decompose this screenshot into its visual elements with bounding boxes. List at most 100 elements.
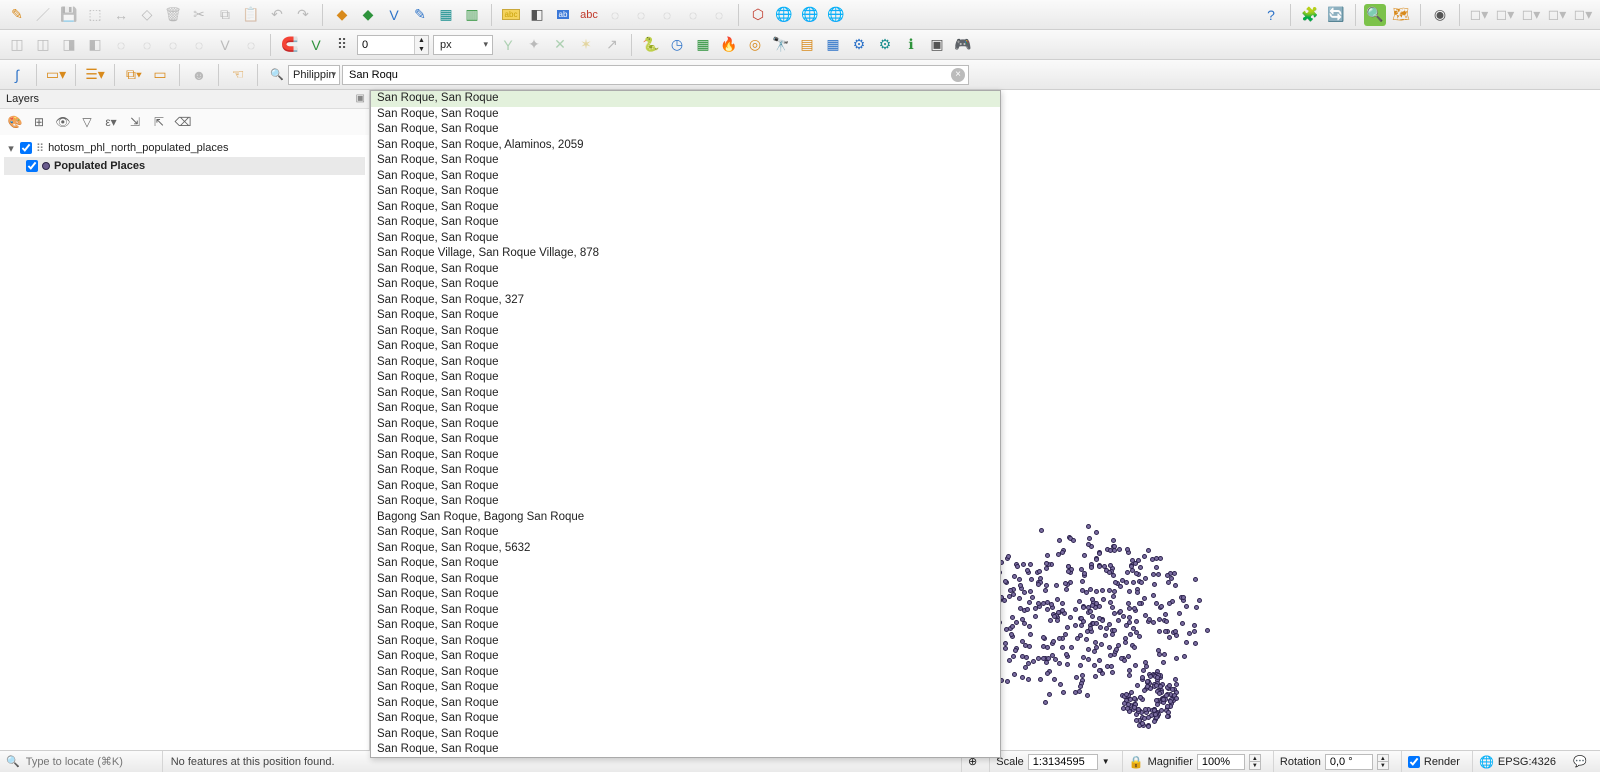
- suggestion-item[interactable]: San Roque, San Roque: [371, 479, 1000, 495]
- move-feature-icon[interactable]: ↔: [110, 4, 132, 26]
- redo-icon[interactable]: ↷: [292, 4, 314, 26]
- lock-icon[interactable]: 🔒: [1129, 755, 1144, 769]
- panel-minimize-icon[interactable]: ▣: [356, 93, 365, 104]
- suggestion-item[interactable]: San Roque, San Roque: [371, 494, 1000, 510]
- suggestion-item[interactable]: San Roque, San Roque: [371, 231, 1000, 247]
- gps-icon[interactable]: ▥: [461, 4, 483, 26]
- save-edits-icon[interactable]: 💾: [58, 4, 80, 26]
- suggestion-item[interactable]: San Roque, San Roque: [371, 153, 1000, 169]
- suggestion-item[interactable]: San Roque, San Roque: [371, 215, 1000, 231]
- magnifier-input[interactable]: [1197, 754, 1245, 770]
- select-copy-icon[interactable]: ⧉▾: [123, 64, 145, 86]
- identify-attr-icon[interactable]: ☜: [227, 64, 249, 86]
- snap-area-icon[interactable]: ↗: [601, 34, 623, 56]
- globe-web-icon[interactable]: 🌐: [799, 4, 821, 26]
- select-dd-icon[interactable]: ▭▾: [45, 64, 67, 86]
- hexagon-icon[interactable]: ⬡: [747, 4, 769, 26]
- undo-icon[interactable]: ↶: [266, 4, 288, 26]
- paste-icon[interactable]: 📋: [240, 4, 262, 26]
- locator-widget[interactable]: 🔍: [0, 751, 163, 772]
- cut-icon[interactable]: ✂: [188, 4, 210, 26]
- snap-unit-dropdown[interactable]: px: [433, 35, 493, 55]
- suggestion-item[interactable]: San Roque, San Roque: [371, 262, 1000, 278]
- diagram-icon[interactable]: ◧: [526, 4, 548, 26]
- snap-all-icon[interactable]: ◫: [32, 34, 54, 56]
- suggestion-item[interactable]: San Roque, San Roque: [371, 634, 1000, 650]
- reload-plugins-icon[interactable]: ◷: [666, 34, 688, 56]
- layer-root-row[interactable]: ▾ ⠿ hotosm_phl_north_populated_places: [4, 139, 365, 157]
- osm-download-icon[interactable]: 🗺: [1390, 4, 1412, 26]
- python-icon[interactable]: 🐍: [640, 34, 662, 56]
- suggestion-item[interactable]: San Roque, San Roque: [371, 665, 1000, 681]
- self-snap-icon[interactable]: ◌: [240, 34, 262, 56]
- suggestion-item[interactable]: San Roque, San Roque: [371, 618, 1000, 634]
- suggestion-item[interactable]: San Roque, San Roque: [371, 200, 1000, 216]
- grid-icon[interactable]: ▦: [822, 34, 844, 56]
- selection-dd-5-icon[interactable]: ◻▾: [1572, 4, 1594, 26]
- layer-root-checkbox[interactable]: [20, 142, 32, 154]
- suggestion-item[interactable]: San Roque, San Roque: [371, 370, 1000, 386]
- suggestion-item[interactable]: San Roque, San Roque, Alaminos, 2059: [371, 138, 1000, 154]
- suggestion-item[interactable]: San Roque, San Roque, 5632: [371, 541, 1000, 557]
- layout-icon[interactable]: ▣: [926, 34, 948, 56]
- topo-editing-icon[interactable]: Y: [497, 34, 519, 56]
- magnifier-up-icon[interactable]: ▲: [1249, 754, 1261, 762]
- snap-tolerance-input[interactable]: [358, 39, 414, 51]
- suggestion-item[interactable]: San Roque, San Roque: [371, 122, 1000, 138]
- curve-icon[interactable]: ∫: [6, 64, 28, 86]
- suggestion-item[interactable]: San Roque, San Roque: [371, 727, 1000, 743]
- grass-icon[interactable]: ▦: [692, 34, 714, 56]
- info-icon[interactable]: ℹ: [900, 34, 922, 56]
- layer-style-icon[interactable]: 🎨: [6, 113, 24, 131]
- label-tool-icon[interactable]: abc: [500, 4, 522, 26]
- suggestion-item[interactable]: San Roque, San Roque: [371, 169, 1000, 185]
- suggestion-item[interactable]: San Roque, San Roque: [371, 324, 1000, 340]
- tree-collapse-icon[interactable]: ▾: [6, 142, 16, 155]
- render-checkbox[interactable]: [1408, 756, 1420, 768]
- toolbox-icon[interactable]: ⚙: [874, 34, 896, 56]
- fire-icon[interactable]: 🔥: [718, 34, 740, 56]
- scale-input[interactable]: [1028, 754, 1098, 770]
- topo-edit-icon[interactable]: ◌: [162, 34, 184, 56]
- nodes-icon[interactable]: ⚙: [848, 34, 870, 56]
- label-show-icon[interactable]: ◌: [604, 4, 626, 26]
- suggestion-item[interactable]: San Roque, San Roque: [371, 432, 1000, 448]
- suggestion-item[interactable]: San Roque, San Roque: [371, 277, 1000, 293]
- magnet-icon[interactable]: 🧲: [279, 34, 301, 56]
- select-list-icon[interactable]: ☰▾: [84, 64, 106, 86]
- new-memory-icon[interactable]: ✎: [409, 4, 431, 26]
- snap-layer-icon[interactable]: ◫: [6, 34, 28, 56]
- suggestion-item[interactable]: San Roque, San Roque: [371, 603, 1000, 619]
- crs-widget[interactable]: 🌐 EPSG:4326: [1472, 751, 1562, 772]
- scale-dropdown-icon[interactable]: ▼: [1102, 757, 1110, 766]
- suggestion-item[interactable]: San Roque, San Roque: [371, 711, 1000, 727]
- selection-dd-4-icon[interactable]: ◻▾: [1546, 4, 1568, 26]
- snap-toggle-icon[interactable]: ◧: [84, 34, 106, 56]
- measure-icon[interactable]: ▤: [796, 34, 818, 56]
- spinner-up-icon[interactable]: ▲: [414, 36, 428, 45]
- locator-input[interactable]: [26, 756, 156, 768]
- controller-icon[interactable]: 🎮: [952, 34, 974, 56]
- layer-add-group-icon[interactable]: ⊞: [30, 113, 48, 131]
- avoid-intersect-icon[interactable]: V: [214, 34, 236, 56]
- suggestion-item[interactable]: San Roque, San Roque: [371, 355, 1000, 371]
- delete-icon[interactable]: 🗑: [162, 4, 184, 26]
- layers-tree[interactable]: ▾ ⠿ hotosm_phl_north_populated_places Po…: [0, 135, 369, 750]
- suggestion-item[interactable]: San Roque, San Roque: [371, 572, 1000, 588]
- search-suggestions-dropdown[interactable]: San Roque, San RoqueSan Roque, San Roque…: [370, 90, 1001, 758]
- topo-check-icon[interactable]: ◌: [188, 34, 210, 56]
- suggestion-item[interactable]: San Roque, San Roque: [371, 758, 1000, 759]
- snap-options-icon[interactable]: ⠿: [331, 34, 353, 56]
- suggestion-item[interactable]: San Roque, San Roque: [371, 742, 1000, 758]
- node-tool-icon[interactable]: ◇: [136, 4, 158, 26]
- suggestion-item[interactable]: San Roque, San Roque: [371, 401, 1000, 417]
- globe-refresh-icon[interactable]: 🌐: [773, 4, 795, 26]
- colorwheel-icon[interactable]: ◉: [1429, 4, 1451, 26]
- suggestion-item[interactable]: San Roque, San Roque: [371, 184, 1000, 200]
- new-gpkg-icon[interactable]: V: [383, 4, 405, 26]
- binoculars-icon[interactable]: 🔭: [770, 34, 792, 56]
- snap-segment-icon[interactable]: ✕: [549, 34, 571, 56]
- rotation-input[interactable]: [1325, 754, 1373, 770]
- country-filter-dropdown[interactable]: Philippin: [288, 65, 340, 85]
- label-edit-icon[interactable]: ◌: [682, 4, 704, 26]
